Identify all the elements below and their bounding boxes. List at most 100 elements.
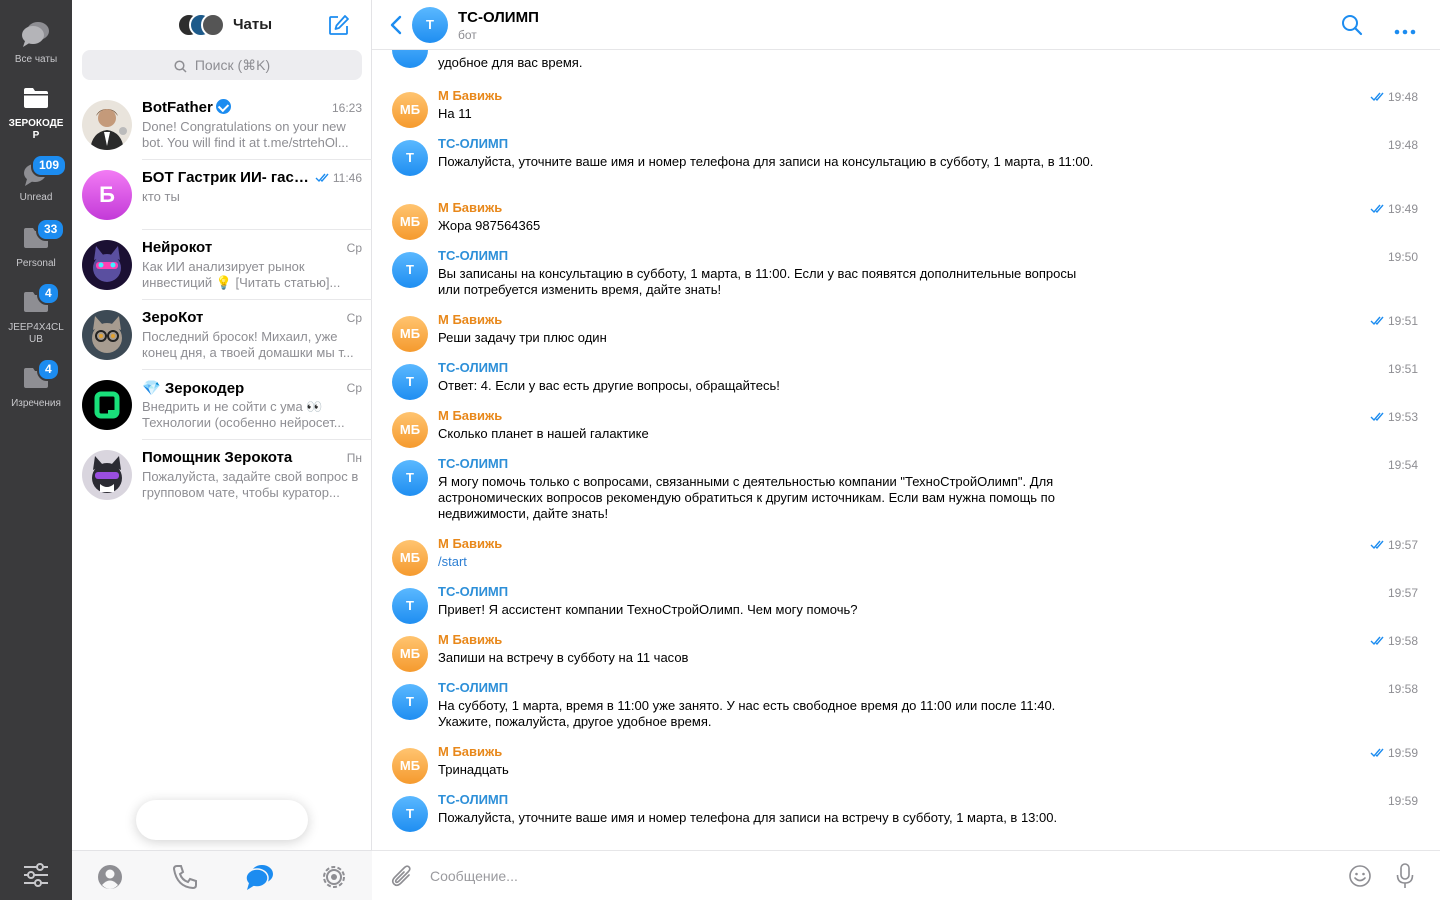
folder-label: Personal: [16, 258, 56, 269]
chats-tab-icon[interactable]: [245, 863, 273, 891]
message-sender[interactable]: М Бавижь: [438, 408, 502, 423]
message-sender[interactable]: ТС-ОЛИМП: [438, 360, 508, 375]
message-sender[interactable]: ТС-ОЛИМП: [438, 456, 508, 471]
chat-item-zerocoder[interactable]: 💎 Зерокодер Ср Внедрить и не сойти с ума…: [72, 370, 372, 440]
more-dots-icon[interactable]: [1394, 22, 1416, 40]
folder-label: ЗЕРОКОДЕР: [8, 118, 64, 141]
message-time: 19:57: [1387, 586, 1418, 600]
chat-name: Нейрокот: [142, 239, 213, 256]
floating-pill: [136, 800, 308, 840]
message-text: На субботу, 1 марта, время в 11:00 уже з…: [438, 698, 1056, 729]
chat-time: Пн: [346, 451, 362, 465]
chat-preview: Внедрить и не сойти с ума 👀 Технологии (…: [142, 399, 345, 430]
chat-title[interactable]: ТС-ОЛИМП: [458, 9, 539, 26]
story-avatar: [201, 13, 225, 37]
message-avatar[interactable]: МБ: [392, 92, 428, 128]
folder-jeep4x4club[interactable]: 4 JEEP4X4CLUB: [0, 282, 72, 346]
message-text: Жора 987564365: [438, 218, 541, 233]
message-avatar[interactable]: МБ: [392, 636, 428, 672]
read-check-icon: [1370, 92, 1384, 102]
chat-name: ЗероКот: [142, 309, 204, 326]
message-sender[interactable]: ТС-ОЛИМП: [438, 136, 508, 151]
folder-unread[interactable]: 109 Unread: [0, 154, 72, 204]
chat-preview: кто ты: [142, 189, 180, 204]
chat-item-neirokot[interactable]: Нейрокот Ср Как ИИ анализирует рынок инв…: [72, 230, 372, 300]
message-sender[interactable]: М Бавижь: [438, 312, 502, 327]
message-avatar[interactable]: МБ: [392, 204, 428, 240]
chat-preview: Done! Congratulations on your new bot. Y…: [142, 119, 349, 150]
message-sender[interactable]: М Бавижь: [438, 536, 502, 551]
back-chevron-icon[interactable]: [390, 15, 402, 40]
chat-name: БОТ Гастрик ИИ- гаст...: [142, 169, 312, 186]
settings-gear-icon[interactable]: [320, 863, 348, 891]
message-text: Пожалуйста, уточните ваше имя и номер те…: [438, 810, 1058, 825]
message-avatar[interactable]: Т: [392, 252, 428, 288]
chat-item-helper-zerokot[interactable]: Помощник Зерокота Пн Пожалуйста, задайте…: [72, 440, 372, 510]
compose-icon[interactable]: [328, 14, 350, 41]
message-time: 19:49: [1370, 202, 1418, 216]
folder-personal[interactable]: 33 Personal: [0, 218, 72, 270]
message-text: Запиши на встречу в субботу на 11 часов: [438, 650, 689, 665]
message-avatar[interactable]: Т: [392, 460, 428, 496]
message-avatar[interactable]: МБ: [392, 748, 428, 784]
search-input[interactable]: Поиск (⌘K): [82, 50, 362, 80]
contacts-icon[interactable]: [96, 863, 124, 891]
message-sender[interactable]: М Бавижь: [438, 744, 502, 759]
message-time: 19:59: [1370, 746, 1418, 760]
chat-preview: Как ИИ анализирует рынок инвестиций 💡 [Ч…: [142, 259, 341, 290]
chat-avatar[interactable]: Т: [412, 7, 448, 43]
chat-item-zerokot[interactable]: ЗероКот Ср Последний бросок! Михаил, уже…: [72, 300, 372, 370]
message-avatar[interactable]: Т: [392, 588, 428, 624]
sliders-icon[interactable]: [22, 862, 50, 893]
message-input[interactable]: [430, 866, 1310, 886]
chat-item-botfather[interactable]: BotFather 16:23 Done! Congratulations on…: [72, 90, 372, 160]
folder-quotes[interactable]: 4 Изречения: [0, 358, 72, 410]
chat-item-gastrik-bot[interactable]: Б БОТ Гастрик ИИ- гаст... 11:46 кто ты: [72, 160, 372, 230]
message-text: На 11: [438, 106, 472, 121]
read-check-icon: [1370, 412, 1384, 422]
message-sender[interactable]: ТС-ОЛИМП: [438, 248, 508, 263]
message-text: Вы записаны на консультацию в субботу, 1…: [438, 266, 1077, 297]
chat-name: Помощник Зерокота: [142, 449, 293, 466]
message-text: Тринадцать: [438, 762, 509, 777]
message-sender[interactable]: М Бавижь: [438, 200, 502, 215]
chat-time: Ср: [346, 311, 362, 325]
message-time: 19:58: [1387, 682, 1418, 696]
message-text[interactable]: /start: [438, 554, 1098, 570]
folder-icon: [21, 86, 51, 114]
unread-badge: 109: [31, 154, 68, 177]
microphone-icon[interactable]: [1396, 863, 1414, 894]
read-check-icon: [1370, 316, 1384, 326]
message-time: 19:50: [1387, 250, 1418, 264]
message-time: 19:51: [1387, 362, 1418, 376]
calls-icon[interactable]: [171, 863, 199, 891]
read-check-icon: [1370, 748, 1384, 758]
emoji-icon[interactable]: [1348, 864, 1372, 893]
message-avatar[interactable]: Т: [392, 140, 428, 176]
message-sender[interactable]: ТС-ОЛИМП: [438, 680, 508, 695]
chat-name: 💎 Зерокодер: [142, 380, 245, 397]
message-text: Привет! Я ассистент компании ТехноСтройО…: [438, 602, 858, 617]
chat-list-panel: Чаты Поиск (⌘K) BotFather 16:23 Done! Co…: [72, 0, 372, 900]
message-sender[interactable]: ТС-ОЛИМП: [438, 584, 508, 599]
search-icon[interactable]: [1341, 14, 1363, 41]
message-avatar[interactable]: МБ: [392, 412, 428, 448]
message-avatar[interactable]: Т: [392, 364, 428, 400]
paperclip-icon[interactable]: [390, 864, 414, 893]
message-time: 19:54: [1387, 458, 1418, 472]
message-sender[interactable]: ТС-ОЛИМП: [438, 792, 508, 807]
message-avatar[interactable]: МБ: [392, 316, 428, 352]
stories-avatars[interactable]: [177, 13, 227, 37]
message-sender[interactable]: М Бавижь: [438, 88, 502, 103]
folder-zerocoder[interactable]: ЗЕРОКОДЕР: [0, 86, 72, 142]
avatar: [82, 310, 132, 360]
conversation-header: Т ТС-ОЛИМП бот: [372, 0, 1440, 50]
message-text: Я могу помочь только с вопросами, связан…: [438, 474, 1055, 521]
message-avatar[interactable]: МБ: [392, 540, 428, 576]
folder-all-chats[interactable]: Все чаты: [0, 20, 72, 66]
message-avatar[interactable]: Т: [392, 684, 428, 720]
message-avatar[interactable]: Т: [392, 796, 428, 832]
read-check-icon: [1370, 636, 1384, 646]
message-text: Сколько планет в нашей галактике: [438, 426, 649, 441]
message-sender[interactable]: М Бавижь: [438, 632, 502, 647]
